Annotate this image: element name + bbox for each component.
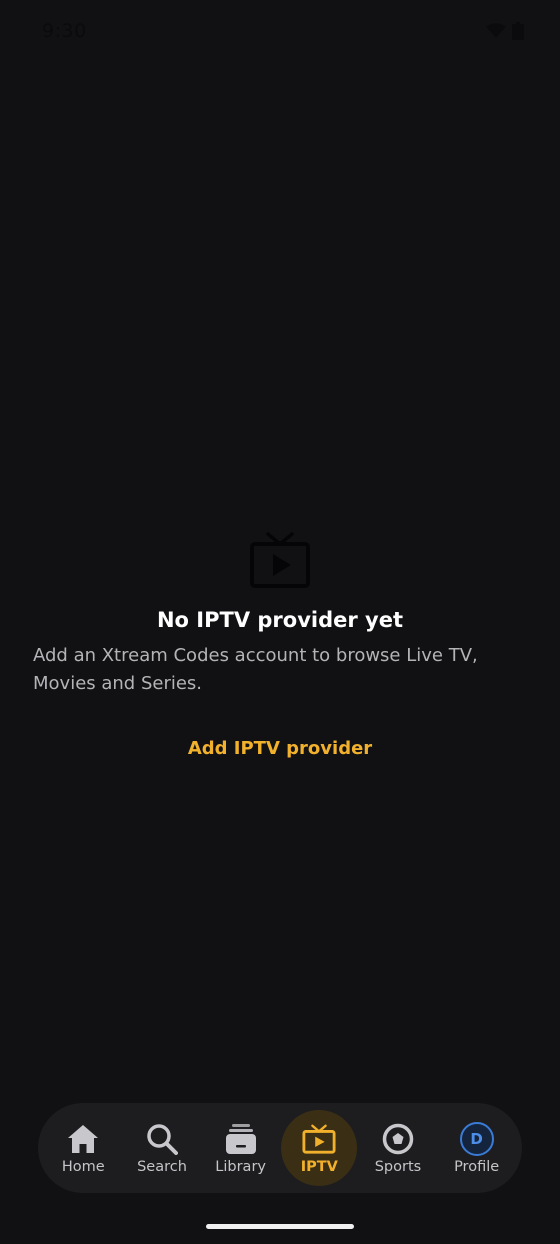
empty-state-title: No IPTV provider yet [156, 608, 404, 632]
sports-icon [381, 1122, 415, 1156]
bottom-navigation: Home Search Library IPTV Sports D Profil… [38, 1103, 522, 1193]
nav-item-profile[interactable]: D Profile [439, 1110, 515, 1186]
library-icon [224, 1122, 258, 1156]
empty-state-description: Add an Xtream Codes account to browse Li… [33, 645, 478, 694]
profile-avatar-wrapper: D [459, 1121, 494, 1156]
status-time: 9:30 [42, 20, 87, 42]
nav-label-search: Search [137, 1158, 187, 1175]
home-indicator[interactable] [206, 1224, 354, 1229]
status-icons [486, 22, 524, 40]
empty-state: No IPTV provider yet Add an Xtream Codes… [0, 530, 560, 759]
nav-item-search[interactable]: Search [124, 1110, 200, 1186]
live-tv-icon [248, 530, 312, 594]
wifi-icon [486, 23, 506, 39]
nav-item-iptv[interactable]: IPTV [281, 1110, 358, 1186]
avatar: D [459, 1121, 494, 1156]
nav-label-sports: Sports [374, 1158, 422, 1175]
nav-label-iptv: IPTV [300, 1158, 338, 1175]
search-icon [145, 1122, 179, 1156]
nav-item-sports[interactable]: Sports [360, 1110, 436, 1186]
status-bar: 9:30 [0, 0, 560, 66]
nav-label-profile: Profile [454, 1158, 500, 1175]
home-icon [66, 1122, 100, 1156]
battery-icon [512, 22, 524, 40]
nav-item-home[interactable]: Home [45, 1110, 121, 1186]
nav-item-library[interactable]: Library [203, 1110, 279, 1186]
nav-label-home: Home [61, 1158, 105, 1175]
tv-icon [302, 1122, 336, 1156]
add-iptv-provider-button[interactable]: Add IPTV provider [188, 738, 372, 759]
nav-label-library: Library [215, 1158, 266, 1175]
iptv-screen: 9:30 No IPTV provider yet Add an Xtream … [0, 0, 560, 1244]
